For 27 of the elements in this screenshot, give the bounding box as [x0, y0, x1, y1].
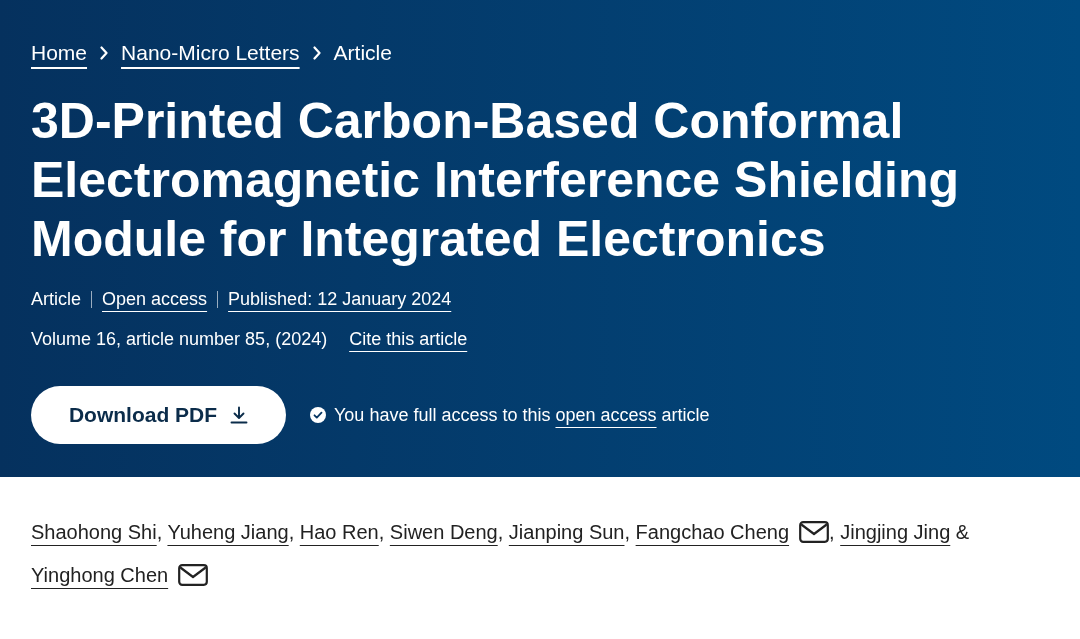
meta-link[interactable]: Published: 12 January 2024 — [228, 285, 452, 313]
author-link[interactable]: Fangchao Cheng — [635, 521, 790, 543]
breadcrumb-link[interactable]: Nano-Micro Letters — [121, 38, 300, 68]
access-note: You have full access to this open access article — [334, 404, 710, 427]
author-link[interactable]: Jianping Sun — [508, 521, 625, 543]
article-title: 3D-Printed Carbon-Based Conformal Electromagnetic Interference Shielding Module for Integrated Electronics — [31, 92, 961, 269]
citation-text: Volume 16, article number 85, (2024) — [31, 328, 328, 351]
author-link[interactable]: Shaohong Shi — [31, 521, 157, 543]
author-list: Shaohong Shi, Yuheng Jiang, Hao Ren, Siwen Deng, Jianping Sun, Fangchao Cheng , Jingjing Jing & Yinghong Chen — [31, 511, 1071, 597]
chevron-right-icon — [100, 46, 109, 60]
chevron-right-icon — [312, 46, 321, 60]
download-icon — [230, 406, 249, 424]
author-link[interactable]: Yuheng Jiang — [167, 521, 289, 543]
open-access-link[interactable]: open access — [555, 405, 657, 425]
cite-link[interactable]: Cite this article — [349, 325, 468, 353]
mail-icon[interactable] — [799, 521, 830, 543]
article-type: Article — [31, 288, 81, 311]
author-link[interactable]: Siwen Deng — [389, 521, 498, 543]
breadcrumb-current: Article — [333, 40, 392, 66]
check-circle-icon — [310, 407, 326, 423]
breadcrumb-link[interactable]: Home — [31, 38, 88, 68]
meta-link[interactable]: Open access — [102, 285, 208, 313]
download-pdf-button[interactable]: Download PDF — [31, 386, 286, 444]
mail-icon[interactable] — [178, 564, 209, 586]
author-link[interactable]: Hao Ren — [299, 521, 379, 543]
author-link[interactable]: Yinghong Chen — [31, 564, 169, 586]
author-link[interactable]: Jingjing Jing — [840, 521, 951, 543]
